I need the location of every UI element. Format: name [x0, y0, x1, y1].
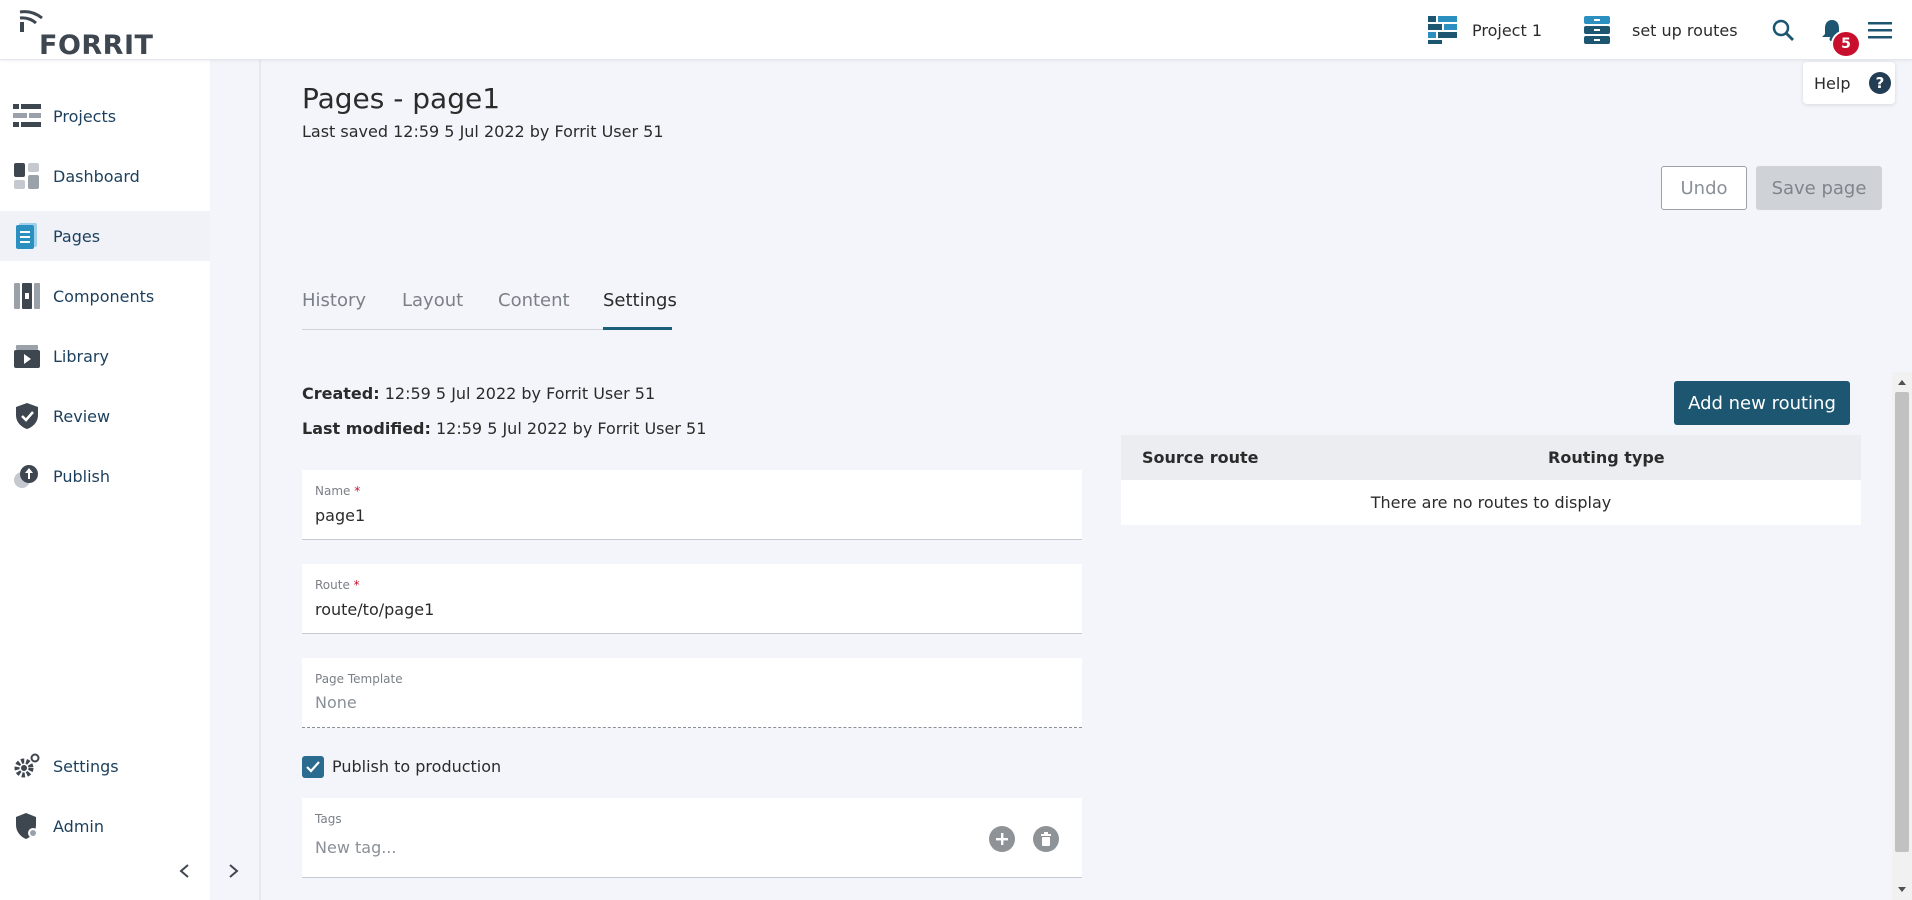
- page-title: Pages - page1: [302, 82, 501, 115]
- projects-icon: [13, 102, 41, 130]
- name-field-value[interactable]: page1: [315, 506, 365, 525]
- publish-to-production-checkbox[interactable]: [302, 756, 324, 778]
- question-icon: ?: [1869, 72, 1891, 94]
- task-selector[interactable]: set up routes: [1584, 0, 1738, 60]
- name-field-label: Name *: [315, 484, 361, 498]
- hamburger-menu-icon[interactable]: [1865, 15, 1895, 45]
- add-tag-plus-icon[interactable]: [989, 826, 1015, 852]
- pages-icon: [13, 222, 41, 250]
- library-icon: [13, 342, 41, 370]
- sidebar-label: Review: [53, 406, 111, 426]
- tags-label: Tags: [315, 812, 342, 826]
- sidebar-label: Dashboard: [53, 166, 140, 186]
- name-field[interactable]: Name * page1: [302, 470, 1082, 540]
- page-template-label: Page Template: [315, 672, 403, 686]
- modified-label: Last modified:: [302, 419, 431, 438]
- sidebar-item-pages[interactable]: Pages: [0, 211, 210, 261]
- sidebar-item-projects[interactable]: Projects: [0, 91, 210, 141]
- routes-empty-message: There are no routes to display: [1121, 480, 1861, 525]
- task-label: set up routes: [1632, 20, 1738, 40]
- routes-table: Source route Routing type There are no r…: [1121, 435, 1861, 525]
- sidebar-item-library[interactable]: Library: [0, 331, 210, 381]
- components-icon: [13, 282, 41, 310]
- tab-layout[interactable]: Layout: [402, 290, 463, 330]
- sidebar-label: Admin: [53, 816, 104, 836]
- project-grid-icon: [1428, 16, 1458, 44]
- created-value: 12:59 5 Jul 2022 by Forrit User 51: [384, 384, 656, 403]
- sidebar-item-components[interactable]: Components: [0, 271, 210, 321]
- admin-shield-icon: [13, 812, 41, 840]
- shield-check-icon: [13, 402, 41, 430]
- col-routing-type[interactable]: Routing type: [1548, 448, 1665, 467]
- sidebar-item-publish[interactable]: Publish: [0, 451, 210, 501]
- gear-icon: [13, 752, 41, 780]
- logo-text: FORRIT: [39, 30, 154, 61]
- page-tabs: History Layout Content Settings: [302, 282, 677, 330]
- page-template-field[interactable]: Page Template None: [302, 658, 1082, 728]
- collapse-left-chevron-icon[interactable]: [171, 858, 197, 884]
- sidebar-item-settings[interactable]: Settings: [0, 741, 210, 791]
- sidebar-item-admin[interactable]: Admin: [0, 801, 210, 851]
- delete-tag-trash-icon[interactable]: [1033, 826, 1059, 852]
- active-tab-indicator: [603, 327, 672, 330]
- panel-divider: [259, 60, 261, 900]
- expand-right-chevron-icon[interactable]: [221, 858, 247, 884]
- sidebar-item-dashboard[interactable]: Dashboard: [0, 151, 210, 201]
- page-template-value[interactable]: None: [315, 693, 357, 712]
- tab-content[interactable]: Content: [498, 290, 570, 330]
- help-label: Help: [1814, 73, 1851, 93]
- top-bar: FORRIT Project 1 set up routes 5: [0, 0, 1912, 61]
- route-field[interactable]: Route * route/to/page1: [302, 564, 1082, 634]
- publish-icon: [13, 462, 41, 490]
- scroll-up-arrow-icon[interactable]: [1896, 376, 1908, 388]
- sidebar: Projects Dashboard Pages Components Libr…: [0, 60, 210, 900]
- search-icon[interactable]: [1768, 15, 1798, 45]
- sidebar-item-review[interactable]: Review: [0, 391, 210, 441]
- sidebar-label: Pages: [53, 226, 101, 246]
- created-info: Created: 12:59 5 Jul 2022 by Forrit User…: [302, 384, 655, 403]
- route-field-label: Route *: [315, 578, 360, 592]
- scrollbar-thumb[interactable]: [1895, 392, 1909, 852]
- last-saved-text: Last saved 12:59 5 Jul 2022 by Forrit Us…: [302, 122, 664, 141]
- checkmark-icon: [306, 761, 320, 773]
- route-field-value[interactable]: route/to/page1: [315, 600, 434, 619]
- tags-field[interactable]: Tags New tag...: [302, 798, 1082, 878]
- add-new-routing-button[interactable]: Add new routing: [1674, 381, 1850, 425]
- sidebar-label: Projects: [53, 106, 117, 126]
- project-selector[interactable]: Project 1: [1428, 0, 1542, 60]
- created-label: Created:: [302, 384, 380, 403]
- undo-button[interactable]: Undo: [1661, 166, 1747, 210]
- modified-value: 12:59 5 Jul 2022 by Forrit User 51: [436, 419, 707, 438]
- tab-history[interactable]: History: [302, 290, 366, 330]
- tags-input[interactable]: New tag...: [315, 838, 396, 857]
- dashboard-icon: [13, 162, 41, 190]
- routes-table-header: Source route Routing type: [1121, 435, 1861, 480]
- notification-badge[interactable]: 5: [1831, 30, 1861, 58]
- project-label: Project 1: [1472, 20, 1543, 40]
- scroll-down-arrow-icon[interactable]: [1896, 884, 1908, 896]
- help-button[interactable]: Help ?: [1803, 62, 1895, 104]
- publish-to-production-label[interactable]: Publish to production: [332, 756, 501, 778]
- sidebar-label: Library: [53, 346, 109, 366]
- sidebar-label: Publish: [53, 466, 111, 486]
- modified-info: Last modified: 12:59 5 Jul 2022 by Forri…: [302, 419, 706, 438]
- tab-settings[interactable]: Settings: [603, 290, 677, 330]
- sidebar-label: Components: [53, 286, 155, 306]
- col-source-route[interactable]: Source route: [1142, 448, 1258, 467]
- sidebar-label: Settings: [53, 756, 119, 776]
- task-cabinet-icon: [1584, 16, 1610, 44]
- save-page-button[interactable]: Save page: [1756, 166, 1882, 210]
